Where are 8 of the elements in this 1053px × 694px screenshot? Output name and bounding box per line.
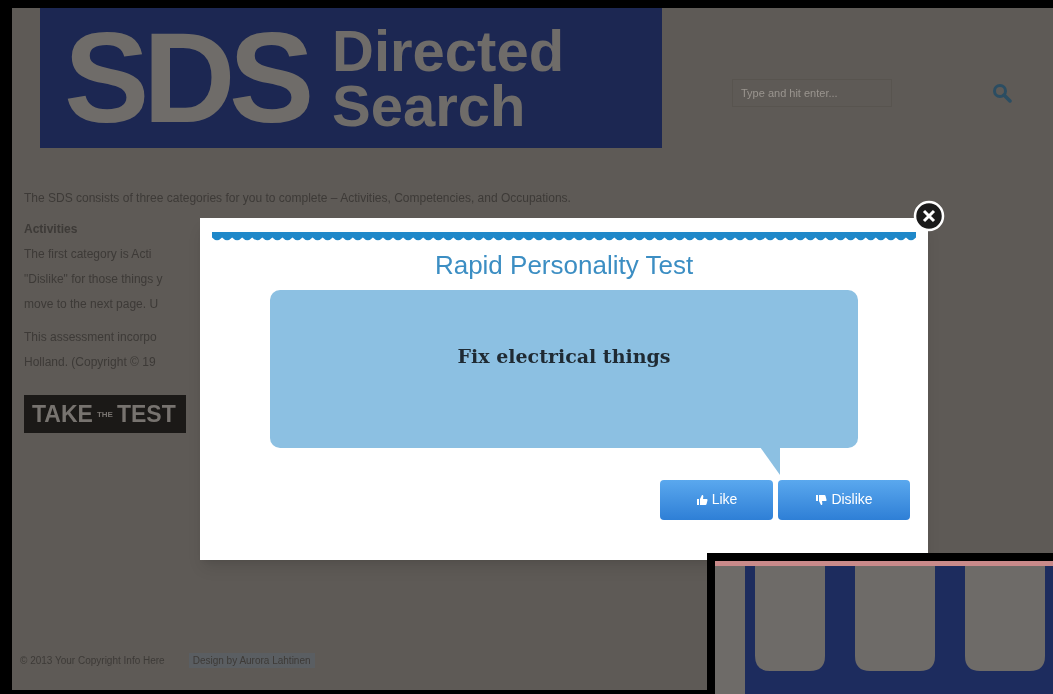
thumbs-up-icon (695, 493, 708, 506)
question-text: Fix electrical things (457, 343, 671, 369)
search-field[interactable]: Type and hit enter... (732, 79, 892, 107)
like-button[interactable]: Like (660, 479, 773, 520)
thumbs-down-icon (815, 493, 828, 506)
modal-title: Rapid Personality Test (434, 249, 694, 282)
close-icon[interactable] (913, 200, 945, 232)
dislike-button[interactable]: Dislike (778, 479, 910, 520)
